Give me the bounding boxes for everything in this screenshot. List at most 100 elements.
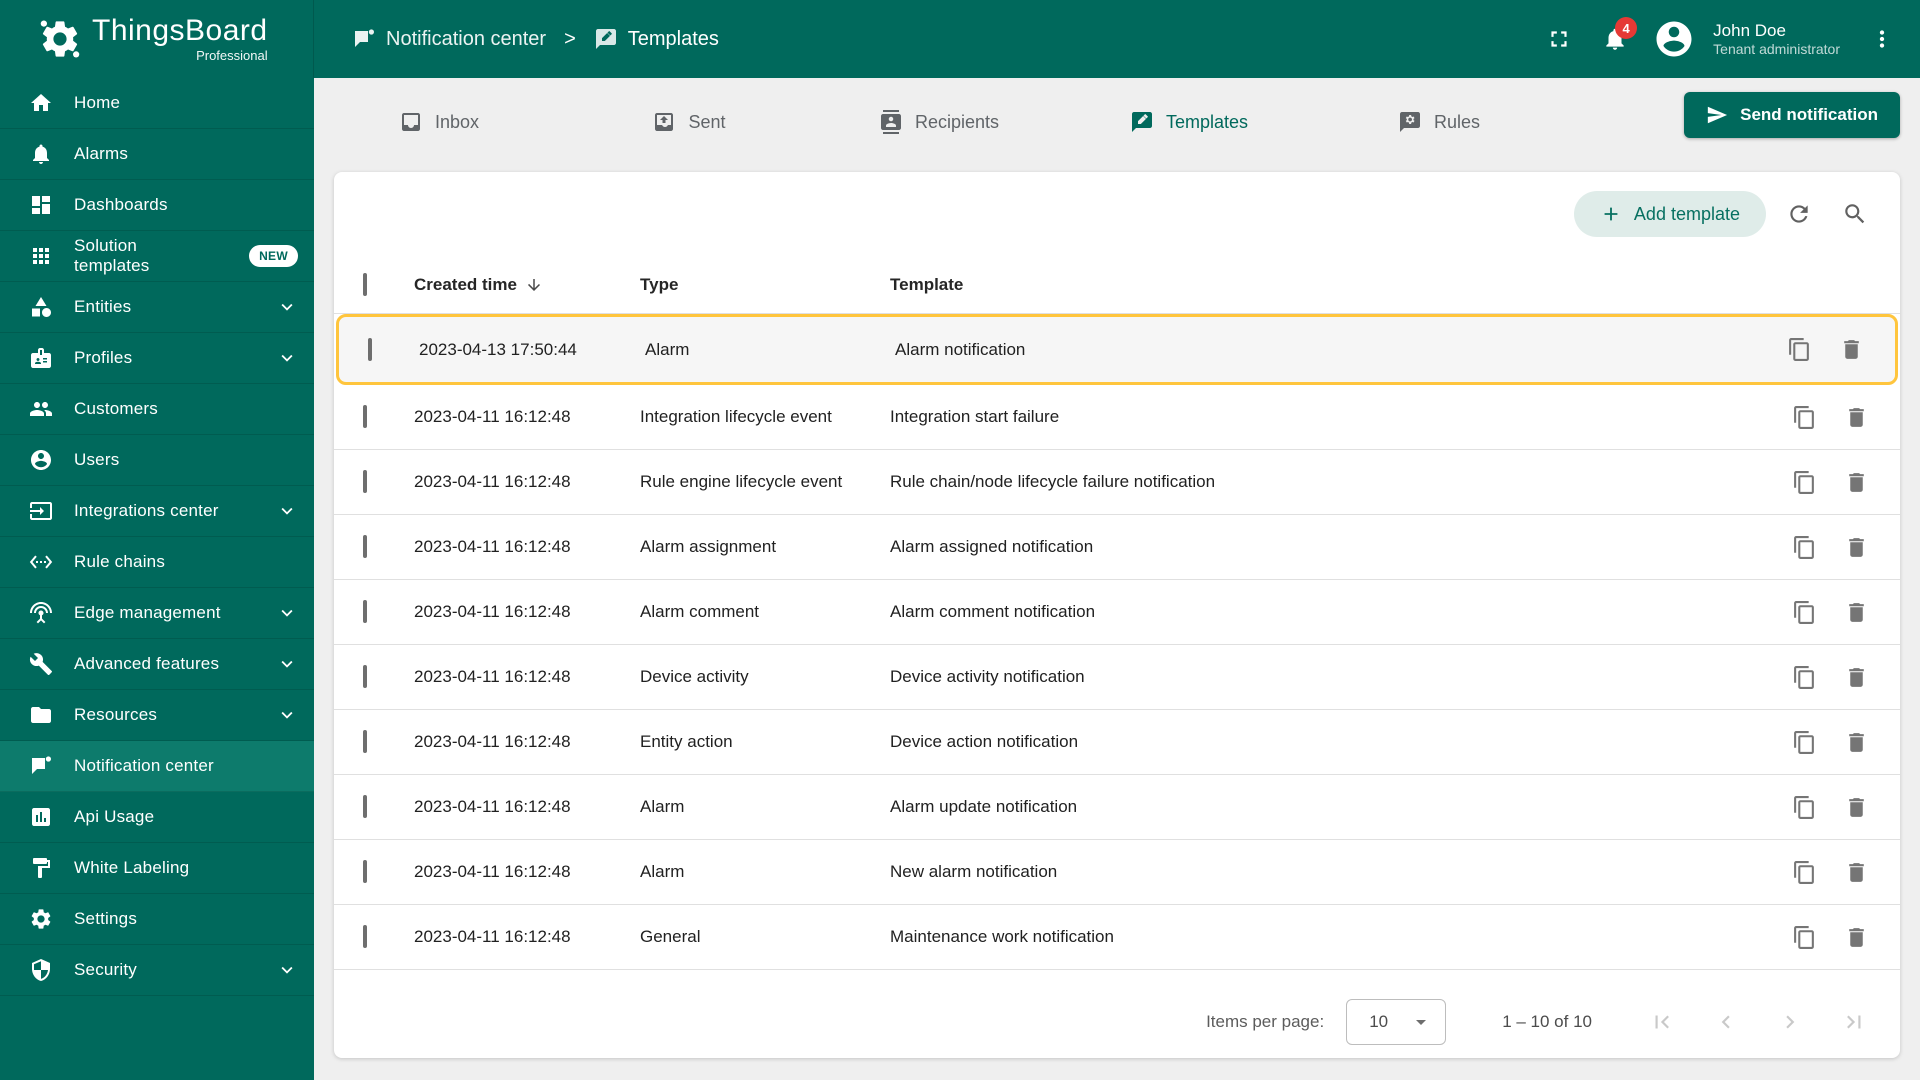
page-size-select[interactable]: 10 <box>1346 999 1447 1045</box>
table-row[interactable]: 2023-04-11 16:12:48 Rule engine lifecycl… <box>334 450 1900 515</box>
row-checkbox[interactable] <box>363 730 367 753</box>
row-checkbox[interactable] <box>363 665 367 688</box>
copy-template-button[interactable] <box>1784 397 1824 437</box>
table-row[interactable]: 2023-04-11 16:12:48 Alarm Alarm update n… <box>334 775 1900 840</box>
row-checkbox[interactable] <box>368 337 372 361</box>
sidebar-item-dashboards[interactable]: Dashboards <box>0 180 314 231</box>
table-row[interactable]: 2023-04-13 17:50:44 Alarm Alarm notifica… <box>336 314 1898 385</box>
delete-template-button[interactable] <box>1836 657 1876 697</box>
table-row[interactable]: 2023-04-11 16:12:48 Integration lifecycl… <box>334 385 1900 450</box>
sidebar-item-security[interactable]: Security <box>0 945 314 996</box>
cell-type: General <box>640 927 701 946</box>
row-checkbox[interactable] <box>363 535 367 558</box>
notification-center-icon <box>29 754 53 778</box>
sidebar-item-home[interactable]: Home <box>0 78 314 129</box>
row-checkbox[interactable] <box>363 600 367 623</box>
tab-rules[interactable]: Rules <box>1314 84 1564 160</box>
sidebar-item-profiles[interactable]: Profiles <box>0 333 314 384</box>
delete-template-button[interactable] <box>1836 592 1876 632</box>
table-row[interactable]: 2023-04-11 16:12:48 General Maintenance … <box>334 905 1900 970</box>
copy-template-button[interactable] <box>1784 657 1824 697</box>
delete-template-button[interactable] <box>1836 722 1876 762</box>
column-template[interactable]: Template <box>890 275 963 294</box>
table-row[interactable]: 2023-04-11 16:12:48 Alarm comment Alarm … <box>334 580 1900 645</box>
tab-sent[interactable]: Sent <box>564 84 814 160</box>
tab-label: Templates <box>1165 111 1249 132</box>
delete-template-button[interactable] <box>1836 462 1876 502</box>
delete-template-button[interactable] <box>1836 527 1876 567</box>
delete-template-button[interactable] <box>1836 917 1876 957</box>
copy-icon <box>1792 600 1817 625</box>
row-checkbox[interactable] <box>363 470 367 493</box>
more-vert-icon <box>1869 26 1895 52</box>
delete-template-button[interactable] <box>1836 787 1876 827</box>
sidebar-item-settings[interactable]: Settings <box>0 894 314 945</box>
sidebar-item-rule-chains[interactable]: Rule chains <box>0 537 314 588</box>
copy-template-button[interactable] <box>1784 462 1824 502</box>
dashboards-icon <box>29 193 53 217</box>
table-row[interactable]: 2023-04-11 16:12:48 Device activity Devi… <box>334 645 1900 710</box>
delete-template-button[interactable] <box>1836 852 1876 892</box>
row-checkbox[interactable] <box>363 405 367 428</box>
sidebar-item-edge-management[interactable]: Edge management <box>0 588 314 639</box>
copy-icon <box>1792 795 1817 820</box>
row-checkbox[interactable] <box>363 795 367 818</box>
search-button[interactable] <box>1832 191 1878 237</box>
sidebar-item-alarms[interactable]: Alarms <box>0 129 314 180</box>
copy-template-button[interactable] <box>1784 592 1824 632</box>
table-row[interactable]: 2023-04-11 16:12:48 Alarm assignment Ala… <box>334 515 1900 580</box>
copy-icon <box>1792 405 1817 430</box>
first-page-button[interactable] <box>1634 999 1690 1045</box>
user-info[interactable]: John Doe Tenant administrator <box>1713 20 1840 59</box>
more-menu-button[interactable] <box>1858 15 1906 63</box>
delete-template-button[interactable] <box>1836 397 1876 437</box>
refresh-button[interactable] <box>1776 191 1822 237</box>
profiles-icon <box>29 346 53 370</box>
sidebar-item-integrations-center[interactable]: Integrations center <box>0 486 314 537</box>
sidebar-item-entities[interactable]: Entities <box>0 282 314 333</box>
trash-icon <box>1844 665 1869 690</box>
trash-icon <box>1844 405 1869 430</box>
tab-inbox[interactable]: Inbox <box>314 84 564 160</box>
copy-template-button[interactable] <box>1784 787 1824 827</box>
fullscreen-button[interactable] <box>1535 15 1583 63</box>
select-all-checkbox[interactable] <box>363 272 367 296</box>
chevron-right-icon <box>1777 1009 1803 1035</box>
sidebar-item-notification-center[interactable]: Notification center <box>0 741 314 792</box>
tab-templates[interactable]: Templates <box>1064 84 1314 160</box>
sidebar-item-customers[interactable]: Customers <box>0 384 314 435</box>
sidebar-item-resources[interactable]: Resources <box>0 690 314 741</box>
sidebar-item-api-usage[interactable]: Api Usage <box>0 792 314 843</box>
avatar[interactable] <box>1653 18 1695 60</box>
sidebar-item-solution-templates[interactable]: Solution templates NEW <box>0 231 314 282</box>
next-page-button[interactable] <box>1762 999 1818 1045</box>
delete-template-button[interactable] <box>1831 330 1871 370</box>
copy-template-button[interactable] <box>1784 852 1824 892</box>
table-row[interactable]: 2023-04-11 16:12:48 Entity action Device… <box>334 710 1900 775</box>
add-template-button[interactable]: Add template <box>1573 191 1766 237</box>
logo[interactable]: ThingsBoard Professional <box>0 0 314 78</box>
sidebar-item-advanced-features[interactable]: Advanced features <box>0 639 314 690</box>
sidebar-item-users[interactable]: Users <box>0 435 314 486</box>
column-created-time[interactable]: Created time <box>414 275 517 295</box>
tab-recipients[interactable]: Recipients <box>814 84 1064 160</box>
copy-template-button[interactable] <box>1784 527 1824 567</box>
copy-template-button[interactable] <box>1779 330 1819 370</box>
breadcrumb-notification-center[interactable]: Notification center <box>352 27 546 51</box>
column-type[interactable]: Type <box>640 275 678 294</box>
copy-template-button[interactable] <box>1784 722 1824 762</box>
breadcrumb-templates[interactable]: Templates <box>594 27 719 51</box>
copy-template-button[interactable] <box>1784 917 1824 957</box>
row-checkbox[interactable] <box>363 925 367 948</box>
table-row[interactable]: 2023-04-11 16:12:48 Alarm New alarm noti… <box>334 840 1900 905</box>
sort-desc-icon[interactable] <box>525 276 543 294</box>
cell-type: Device activity <box>640 667 749 686</box>
sidebar-item-white-labeling[interactable]: White Labeling <box>0 843 314 894</box>
send-notification-button[interactable]: Send notification <box>1684 92 1900 138</box>
prev-page-button[interactable] <box>1698 999 1754 1045</box>
row-checkbox[interactable] <box>363 860 367 883</box>
sidebar-item-label: Solution templates <box>74 236 150 275</box>
notifications-button[interactable]: 4 <box>1591 15 1639 63</box>
tab-label: Sent <box>688 111 726 132</box>
last-page-button[interactable] <box>1826 999 1882 1045</box>
